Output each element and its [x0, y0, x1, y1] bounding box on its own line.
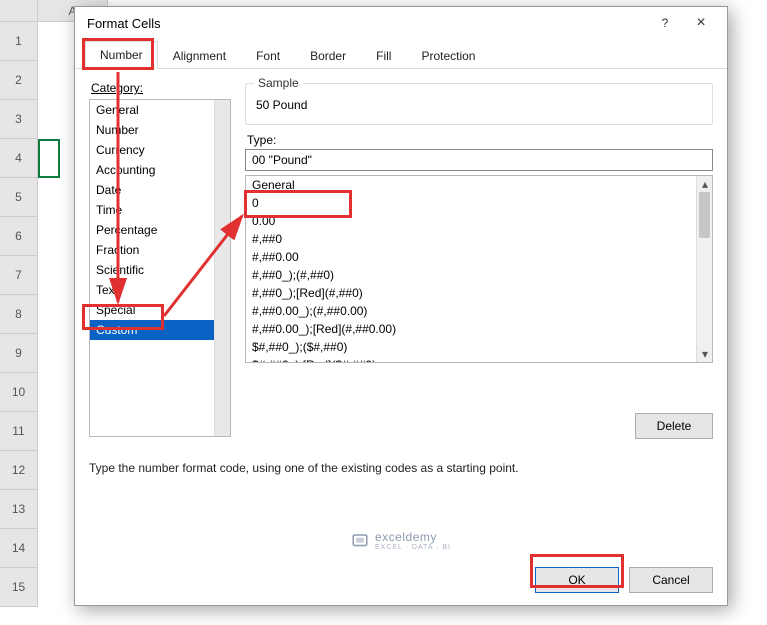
row-header-5[interactable]: 5 [0, 178, 38, 217]
dialog-title: Format Cells [87, 16, 647, 31]
tab-protection[interactable]: Protection [406, 42, 490, 69]
row-header-4[interactable]: 4 [0, 139, 38, 178]
category-item-general[interactable]: General [90, 100, 214, 120]
scroll-up-icon[interactable]: ▴ [697, 176, 713, 192]
sample-group: Sample 50 Pound [245, 83, 713, 125]
category-listbox[interactable]: GeneralNumberCurrencyAccountingDateTimeP… [89, 99, 231, 437]
titlebar: Format Cells ? × [75, 7, 727, 39]
format-item[interactable]: #,##0.00 [246, 248, 696, 266]
format-item[interactable]: 0 [246, 194, 696, 212]
row-header-2[interactable]: 2 [0, 61, 38, 100]
category-item-percentage[interactable]: Percentage [90, 220, 214, 240]
category-item-time[interactable]: Time [90, 200, 214, 220]
watermark-text: exceldemy [375, 530, 437, 544]
row-header-6[interactable]: 6 [0, 217, 38, 256]
format-listbox[interactable]: General00.00#,##0#,##0.00#,##0_);(#,##0)… [245, 175, 713, 363]
format-item[interactable]: $#,##0_);($#,##0) [246, 338, 696, 356]
sample-value: 50 Pound [256, 94, 702, 112]
row-header-13[interactable]: 13 [0, 490, 38, 529]
category-item-fraction[interactable]: Fraction [90, 240, 214, 260]
tab-border[interactable]: Border [295, 42, 361, 69]
close-icon: × [696, 14, 705, 32]
help-icon: ? [662, 16, 669, 30]
row-header-11[interactable]: 11 [0, 412, 38, 451]
help-button[interactable]: ? [647, 10, 683, 36]
format-cells-dialog: Format Cells ? × Number Alignment Font B… [74, 6, 728, 606]
category-item-accounting[interactable]: Accounting [90, 160, 214, 180]
watermark: exceldemy EXCEL · DATA · BI [351, 530, 451, 551]
format-item[interactable]: #,##0_);(#,##0) [246, 266, 696, 284]
row-header-1[interactable]: 1 [0, 22, 38, 61]
category-item-scientific[interactable]: Scientific [90, 260, 214, 280]
category-item-custom[interactable]: Custom [90, 320, 214, 340]
format-item[interactable]: #,##0.00_);(#,##0.00) [246, 302, 696, 320]
row-header-15[interactable]: 15 [0, 568, 38, 607]
tab-font[interactable]: Font [241, 42, 295, 69]
format-item[interactable]: 0.00 [246, 212, 696, 230]
sample-legend: Sample [254, 76, 303, 90]
scroll-down-icon[interactable]: ▾ [697, 346, 713, 362]
watermark-icon [351, 532, 369, 550]
category-item-text[interactable]: Text [90, 280, 214, 300]
row-header-3[interactable]: 3 [0, 100, 38, 139]
category-item-number[interactable]: Number [90, 120, 214, 140]
category-item-currency[interactable]: Currency [90, 140, 214, 160]
format-item[interactable]: General [246, 176, 696, 194]
type-input[interactable] [245, 149, 713, 171]
delete-button[interactable]: Delete [635, 413, 713, 439]
tab-number[interactable]: Number [85, 41, 158, 69]
format-item[interactable]: #,##0 [246, 230, 696, 248]
category-item-special[interactable]: Special [90, 300, 214, 320]
category-scrollbar[interactable] [214, 100, 230, 436]
cancel-button[interactable]: Cancel [629, 567, 713, 593]
row-header-12[interactable]: 12 [0, 451, 38, 490]
hint-text: Type the number format code, using one o… [89, 461, 713, 475]
tabstrip: Number Alignment Font Border Fill Protec… [75, 39, 727, 69]
format-scrollbar[interactable]: ▴ ▾ [696, 176, 712, 362]
tab-fill[interactable]: Fill [361, 42, 406, 69]
row-header-14[interactable]: 14 [0, 529, 38, 568]
format-item[interactable]: #,##0.00_);[Red](#,##0.00) [246, 320, 696, 338]
tab-alignment[interactable]: Alignment [158, 42, 241, 69]
row-header-8[interactable]: 8 [0, 295, 38, 334]
row-header-10[interactable]: 10 [0, 373, 38, 412]
category-item-date[interactable]: Date [90, 180, 214, 200]
row-header-9[interactable]: 9 [0, 334, 38, 373]
format-item[interactable]: $#,##0_);[Red]($#,##0) [246, 356, 696, 362]
watermark-sub: EXCEL · DATA · BI [375, 544, 451, 551]
type-label: Type: [247, 133, 713, 147]
selected-cell-outline [38, 139, 60, 178]
sheet-corner[interactable] [0, 0, 38, 22]
row-header-7[interactable]: 7 [0, 256, 38, 295]
format-item[interactable]: #,##0_);[Red](#,##0) [246, 284, 696, 302]
ok-button[interactable]: OK [535, 567, 619, 593]
close-button[interactable]: × [683, 10, 719, 36]
